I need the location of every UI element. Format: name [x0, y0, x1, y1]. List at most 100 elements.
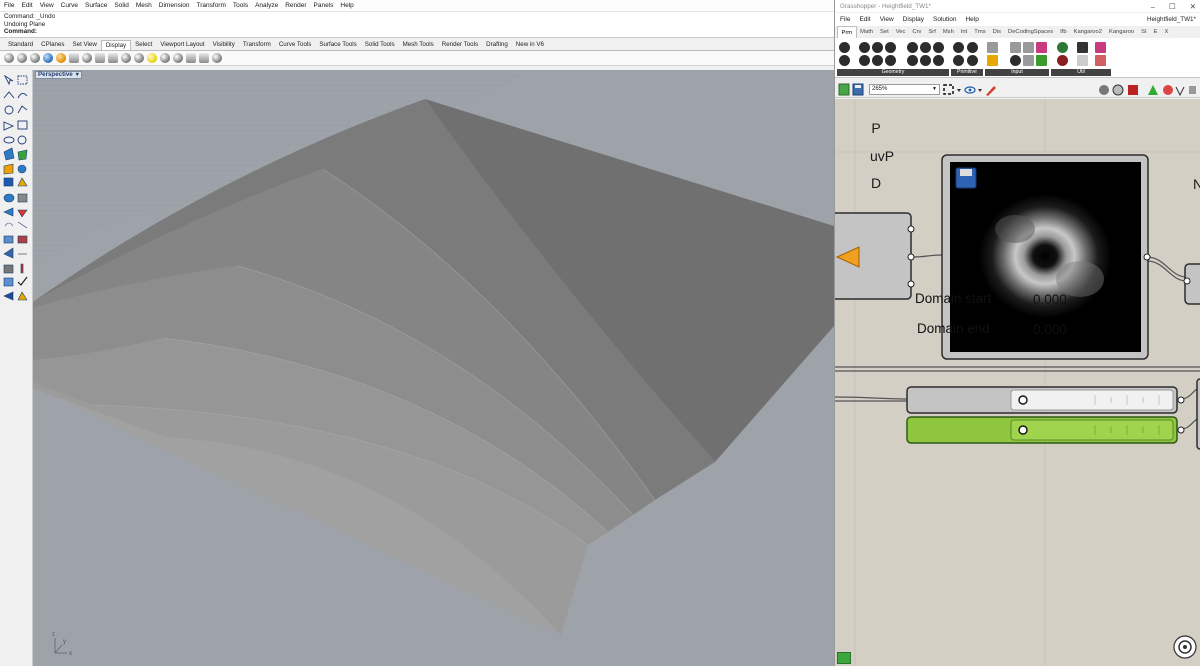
- slider-domain-start[interactable]: [906, 386, 1185, 414]
- slider-knob[interactable]: [1018, 395, 1028, 405]
- render-icon[interactable]: [173, 53, 183, 63]
- tab-select[interactable]: Select: [131, 40, 156, 50]
- point-param-icon[interactable]: [885, 55, 896, 66]
- tab-transform[interactable]: Transform: [239, 40, 275, 50]
- tab-drafting[interactable]: Drafting: [482, 40, 512, 50]
- gh-tab-dis[interactable]: Dis: [989, 26, 1004, 38]
- gh-menu-edit[interactable]: Edit: [859, 16, 870, 23]
- rhino-menu-edit[interactable]: Edit: [21, 2, 32, 9]
- toggle-icon[interactable]: [1010, 55, 1021, 66]
- gh-menu-help[interactable]: Help: [965, 16, 978, 23]
- triangle-icon[interactable]: [3, 121, 15, 131]
- gh-tab-srf[interactable]: Srf: [925, 26, 939, 38]
- gh-tab-ifb[interactable]: Ifb: [1057, 26, 1070, 38]
- layer-icon[interactable]: [3, 277, 14, 287]
- text-icon[interactable]: [20, 263, 24, 274]
- geometry-param-icon[interactable]: [839, 42, 850, 53]
- cone-icon[interactable]: [17, 177, 28, 187]
- rhino-menu-panels[interactable]: Panels: [314, 2, 334, 9]
- explode-icon[interactable]: [3, 235, 14, 244]
- move-icon[interactable]: [3, 247, 14, 259]
- preview-selected-icon[interactable]: [1128, 85, 1138, 95]
- fillet-icon[interactable]: [3, 207, 14, 217]
- slider-domain-end[interactable]: [906, 416, 1185, 444]
- rhino-menu-help[interactable]: Help: [340, 2, 353, 9]
- fitness-icon[interactable]: [1095, 42, 1106, 53]
- tab-display[interactable]: Display: [100, 40, 132, 50]
- gh-tab-trns[interactable]: Trns: [971, 26, 989, 38]
- gradient-icon[interactable]: [987, 55, 998, 66]
- close-button[interactable]: ✕: [1190, 2, 1196, 11]
- number-param-icon[interactable]: [953, 55, 964, 66]
- gh-canvas[interactable]: P uvP D N Domain start 0.000 Domain end …: [835, 99, 1200, 666]
- settings-icon[interactable]: [1189, 86, 1196, 94]
- circle-icon[interactable]: [4, 105, 14, 115]
- box-icon[interactable]: [3, 177, 14, 187]
- gh-tab-decodingspaces[interactable]: DeCodingSpaces: [1005, 26, 1057, 38]
- polygon-icon[interactable]: [17, 135, 27, 145]
- data-input-icon[interactable]: [1077, 55, 1088, 66]
- brep-param-icon[interactable]: [872, 42, 883, 53]
- field-param-icon[interactable]: [920, 42, 931, 53]
- slider-domain-end-value[interactable]: 0.000: [1033, 322, 1067, 337]
- gh-tab-msh[interactable]: Msh: [939, 26, 957, 38]
- check-icon[interactable]: [17, 276, 28, 286]
- vector-param-icon[interactable]: [933, 55, 944, 66]
- analyze-icon[interactable]: [3, 291, 14, 301]
- tab-solid-tools[interactable]: Solid Tools: [361, 40, 399, 50]
- colour-swatch-icon[interactable]: [1036, 42, 1047, 53]
- wireframe-icon[interactable]: [4, 53, 14, 63]
- partial-component-right[interactable]: [1183, 263, 1200, 305]
- box-param-icon[interactable]: [859, 42, 870, 53]
- split-icon[interactable]: [4, 222, 14, 227]
- image-sampler-input-component[interactable]: [835, 212, 915, 300]
- cluster-icon[interactable]: [1057, 42, 1068, 53]
- gh-tab-vec[interactable]: Vec: [892, 26, 909, 38]
- rhino-menu-dimension[interactable]: Dimension: [159, 2, 190, 9]
- dropdown-icon[interactable]: [1175, 86, 1185, 97]
- viewport-label[interactable]: Perspective ▾: [35, 71, 82, 79]
- rhino-menu-surface[interactable]: Surface: [85, 2, 107, 9]
- text-param-icon[interactable]: [967, 55, 978, 66]
- circle-param-icon[interactable]: [885, 42, 896, 53]
- set-display-mode-icon[interactable]: [134, 53, 144, 63]
- gh-menu-display[interactable]: Display: [903, 16, 924, 23]
- image-sampler-icon[interactable]: [1036, 55, 1047, 66]
- gh-tab-e[interactable]: E: [1150, 26, 1161, 38]
- group-icon[interactable]: [17, 235, 28, 244]
- rhino-menu-file[interactable]: File: [4, 2, 14, 9]
- canvas-navigation-widget[interactable]: [1173, 635, 1197, 659]
- gh-tab-x[interactable]: X: [1161, 26, 1172, 38]
- md-slider-icon[interactable]: [1023, 55, 1034, 66]
- integer-param-icon[interactable]: [967, 42, 978, 53]
- rhino-menu-mesh[interactable]: Mesh: [136, 2, 152, 9]
- gh-status-icon[interactable]: [837, 652, 851, 664]
- mesh-param-icon[interactable]: [859, 55, 870, 66]
- rhino-menu-render[interactable]: Render: [285, 2, 306, 9]
- zebra-icon[interactable]: [212, 53, 222, 63]
- tab-surface-tools[interactable]: Surface Tools: [315, 40, 360, 50]
- gh-tab-set[interactable]: Set: [877, 26, 893, 38]
- plane-param-icon[interactable]: [872, 55, 883, 66]
- tab-standard[interactable]: Standard: [4, 40, 37, 50]
- document-preview-icon[interactable]: [1148, 85, 1158, 95]
- rhino-menu-solid[interactable]: Solid: [114, 2, 128, 9]
- rhino-menu-tools[interactable]: Tools: [233, 2, 248, 9]
- rendered-icon[interactable]: [30, 53, 40, 63]
- arctic-icon[interactable]: [108, 53, 118, 63]
- sketch-pen-icon[interactable]: [986, 86, 996, 96]
- number-slider-icon[interactable]: [987, 42, 998, 53]
- command-area[interactable]: Command: _Undo Undoing Plane Command:: [0, 12, 834, 38]
- capture-icon[interactable]: [186, 53, 196, 63]
- rhino-menu-curve[interactable]: Curve: [61, 2, 78, 9]
- rhino-menu-transform[interactable]: Transform: [197, 2, 226, 9]
- perspective-viewport[interactable]: Perspective ▾ x y z: [33, 70, 834, 666]
- gh-tab-prm[interactable]: Prm: [837, 26, 857, 38]
- curve-icon[interactable]: [17, 93, 28, 99]
- curve-param-icon[interactable]: [907, 42, 918, 53]
- rectangle-icon[interactable]: [17, 120, 28, 130]
- gh-tab-kangaroo2[interactable]: Kangaroo2: [1070, 26, 1105, 38]
- preview-mesh-icon[interactable]: [1163, 85, 1173, 95]
- pen-icon[interactable]: [95, 53, 105, 63]
- rhino-menu-analyze[interactable]: Analyze: [255, 2, 278, 9]
